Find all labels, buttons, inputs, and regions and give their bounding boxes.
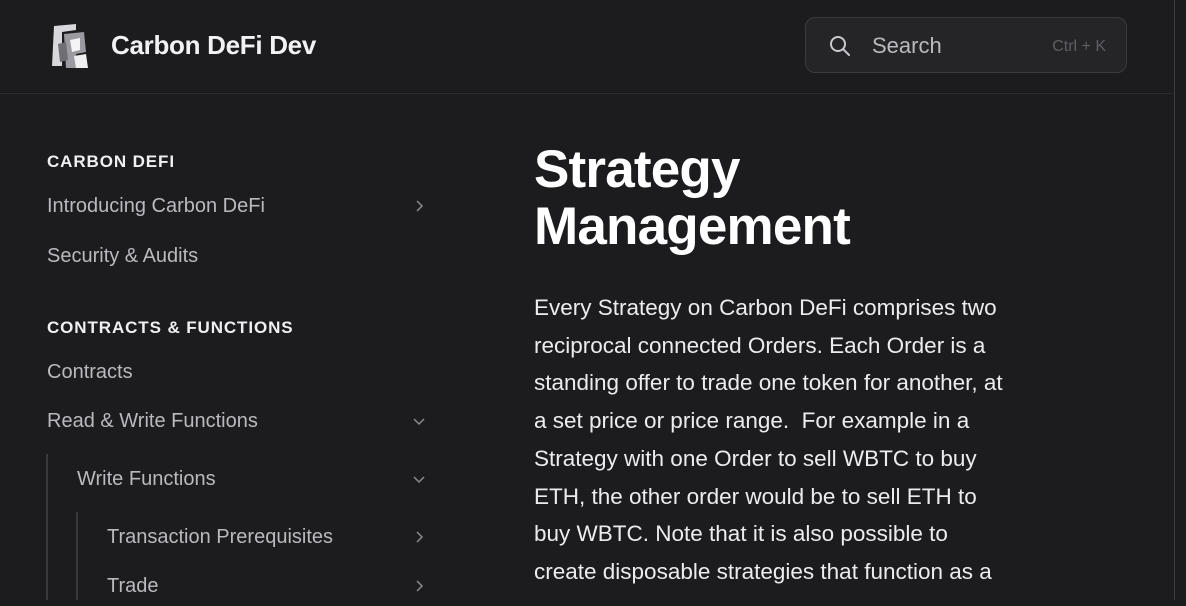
sidebar-item-trade[interactable]: Trade	[107, 566, 427, 606]
page-title-line: Management	[534, 197, 851, 256]
chevron-down-icon	[413, 476, 425, 484]
sidebar-item-read-write-functions[interactable]: Read & Write Functions	[47, 401, 427, 441]
site-title[interactable]: Carbon DeFi Dev	[111, 30, 316, 61]
sidebar-item-label: Introducing Carbon DeFi	[47, 195, 265, 217]
sidebar-item-label: Write Functions	[77, 468, 216, 490]
sidebar-item-label: Trade	[107, 575, 159, 597]
sidebar-item-label: Security & Audits	[47, 245, 199, 267]
search-shortcut: Ctrl + K	[1052, 38, 1106, 55]
chevron-right-icon	[416, 580, 424, 592]
chevron-right-icon	[416, 200, 424, 212]
page-title: Strategy Management	[534, 141, 1074, 255]
paragraph-line: create disposable strategies that functi…	[534, 558, 992, 584]
sidebar-heading-carbon-defi: CARBON DEFI	[47, 152, 175, 171]
scrollbar-track	[1174, 0, 1175, 600]
sidebar-item-transaction-prerequisites[interactable]: Transaction Prerequisites	[107, 517, 427, 557]
scrollbar[interactable]	[1172, 0, 1186, 600]
top-bar: Carbon DeFi Dev Search Ctrl + K	[0, 0, 1172, 94]
sidebar-item-write-functions[interactable]: Write Functions	[77, 459, 427, 499]
sidebar: CARBON DEFI Introducing Carbon DeFi Secu…	[0, 94, 450, 600]
paragraph-line: standing offer to trade one token for an…	[534, 370, 1003, 396]
sidebar-item-label: Read & Write Functions	[47, 410, 258, 432]
paragraph-line: Strategy with one Order to sell WBTC to …	[534, 445, 977, 471]
sidebar-item-introducing-carbon-defi[interactable]: Introducing Carbon DeFi	[47, 186, 427, 226]
sidebar-item-label: Transaction Prerequisites	[107, 526, 334, 548]
paragraph-line: a set price or price range. For example …	[534, 408, 970, 434]
chevron-down-icon	[413, 418, 425, 426]
sidebar-heading-contracts-functions: CONTRACTS & FUNCTIONS	[47, 318, 294, 337]
carbon-logo-icon[interactable]	[50, 22, 90, 70]
paragraph-line: ETH, the other order would be to sell ET…	[534, 483, 977, 509]
intro-paragraph: Every Strategy on Carbon DeFi comprises …	[534, 289, 1074, 591]
search-button[interactable]: Search Ctrl + K	[805, 17, 1127, 73]
page-title-line: Strategy	[534, 140, 740, 199]
sidebar-item-security-audits[interactable]: Security & Audits	[47, 236, 427, 276]
paragraph-line: buy WBTC. Note that it is also possible …	[534, 521, 948, 547]
nav-indent-line	[76, 512, 78, 600]
search-icon	[830, 36, 850, 56]
paragraph-line: Every Strategy on Carbon DeFi comprises …	[534, 295, 997, 320]
chevron-right-icon	[416, 531, 424, 543]
sidebar-item-label: Contracts	[47, 361, 133, 383]
search-label: Search	[872, 33, 942, 58]
paragraph-line: reciprocal connected Orders. Each Order …	[534, 332, 986, 358]
nav-indent-line	[46, 454, 48, 600]
sidebar-item-contracts[interactable]: Contracts	[47, 352, 427, 392]
